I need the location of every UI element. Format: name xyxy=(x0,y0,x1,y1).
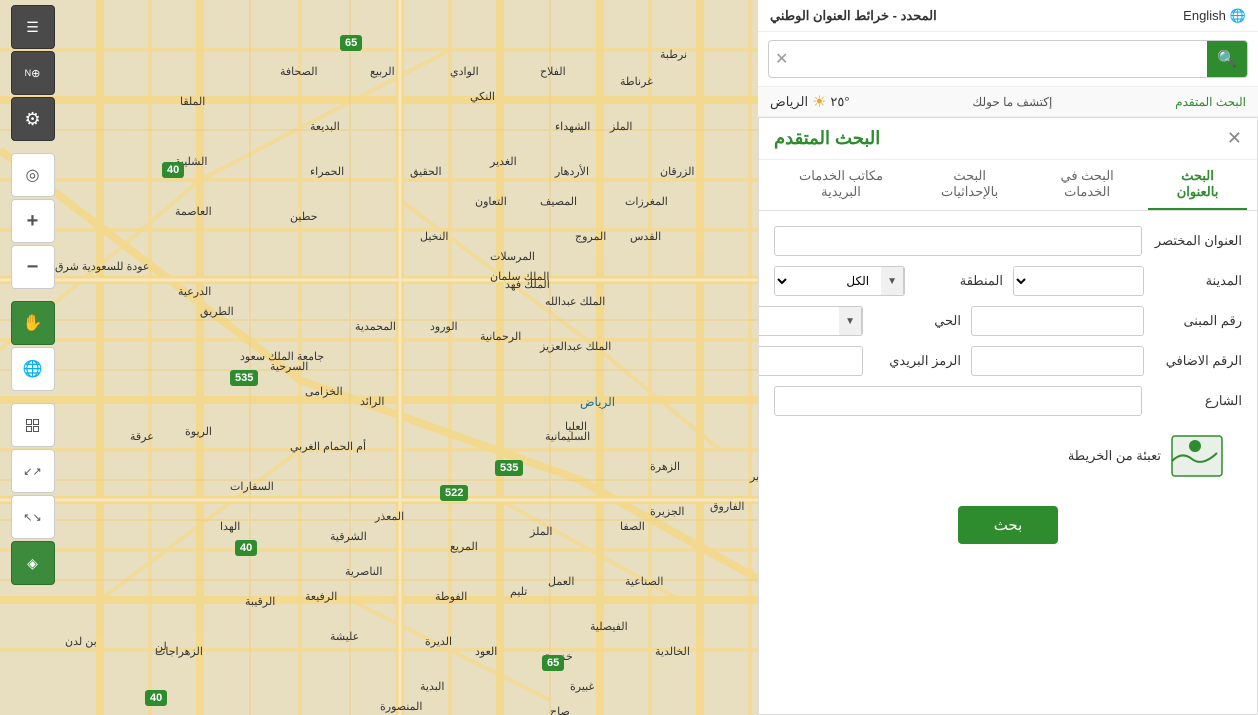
advanced-search-panel: ✕ البحث المتقدم البحث بالعنوان البحث في … xyxy=(758,117,1258,715)
search-action-button[interactable]: بحث xyxy=(958,506,1058,544)
settings-button[interactable]: ⚙ xyxy=(11,97,55,141)
search-input-wrapper: 🔍 ✕ xyxy=(768,40,1248,78)
zip-group: الرمز البريدي xyxy=(758,346,961,376)
building-label: رقم المبنى xyxy=(1152,313,1242,329)
app-title: المحدد - خرائط العنوان الوطني xyxy=(770,8,937,24)
city-select-wrapper xyxy=(1013,266,1144,296)
my-location-button[interactable]: ◎ xyxy=(11,153,55,197)
map-fill-button[interactable]: تعبئة من الخريطة xyxy=(1068,431,1227,481)
secondary-bar: البحث المتقدم إكتشف ما حولك °٢٥ ☀ الرياض xyxy=(758,87,1258,117)
additional-input[interactable] xyxy=(971,346,1144,376)
menu-button[interactable]: ☰ xyxy=(11,5,55,49)
additional-label: الرقم الاضافي xyxy=(1152,353,1242,369)
region-select-wrapper: ▼ الكل xyxy=(774,266,905,296)
tab-by-service[interactable]: البحث في الخدمات xyxy=(1026,160,1148,210)
expand-button[interactable] xyxy=(11,403,55,447)
globe-icon: 🌐 xyxy=(1230,8,1246,24)
tabs: البحث بالعنوان البحث في الخدمات البحث با… xyxy=(759,160,1257,211)
pan-button[interactable]: ✋ xyxy=(11,301,55,345)
city-group: المدينة xyxy=(1013,266,1242,296)
globe-view-button[interactable]: 🌐 xyxy=(11,347,55,391)
city-select[interactable] xyxy=(1014,267,1143,295)
district-group: الحي ▼ xyxy=(758,306,961,336)
shrink-button[interactable]: ↘↖ xyxy=(11,495,55,539)
weather-icon: ☀ xyxy=(812,92,826,112)
search-form: العنوان المختصر المدينة المنطقة ▼ xyxy=(759,211,1257,569)
map-fill-area: تعبئة من الخريطة xyxy=(774,426,1242,486)
district-building-row: رقم المبنى الحي ▼ xyxy=(774,306,1242,336)
zip-input[interactable] xyxy=(758,346,863,376)
short-address-label: العنوان المختصر xyxy=(1152,233,1242,249)
map-view[interactable]: الرياضالملقاالصحافةالربيعالواديالفلاحالن… xyxy=(0,0,760,715)
short-address-row: العنوان المختصر xyxy=(774,226,1242,256)
right-panel: 🌐 English المحدد - خرائط العنوان الوطني … xyxy=(758,0,1258,715)
search-clear-button[interactable]: ✕ xyxy=(769,49,794,69)
compress-button[interactable]: ↗↙ xyxy=(11,449,55,493)
panel-close-button[interactable]: ✕ xyxy=(1227,128,1242,149)
additional-group: الرقم الاضافي xyxy=(971,346,1242,376)
draw-button[interactable]: ◈ xyxy=(11,541,55,585)
short-address-input[interactable] xyxy=(774,226,1142,256)
weather-temp: °٢٥ xyxy=(830,94,849,110)
top-bar: 🌐 English المحدد - خرائط العنوان الوطني xyxy=(758,0,1258,32)
district-label: الحي xyxy=(871,313,961,329)
district-select-wrapper: ▼ xyxy=(758,306,863,336)
panel-title: البحث المتقدم xyxy=(774,128,880,149)
zip-label: الرمز البريدي xyxy=(871,353,961,369)
street-label: الشارع xyxy=(1152,393,1242,409)
zip-additional-row: الرقم الاضافي الرمز البريدي xyxy=(774,346,1242,376)
search-bar: 🔍 ✕ xyxy=(758,32,1258,87)
search-input[interactable] xyxy=(794,46,1207,73)
weather-info: °٢٥ ☀ الرياض xyxy=(770,92,850,112)
building-input[interactable] xyxy=(971,306,1144,336)
region-select[interactable]: الكل xyxy=(775,267,881,295)
zoom-in-button[interactable]: + xyxy=(11,199,55,243)
district-input[interactable] xyxy=(758,306,839,336)
language-label: English xyxy=(1183,8,1226,23)
language-switcher[interactable]: 🌐 English xyxy=(1183,8,1246,24)
region-arrow-icon: ▼ xyxy=(881,267,904,295)
tab-by-address[interactable]: البحث بالعنوان xyxy=(1148,160,1247,210)
map-fill-icon xyxy=(1167,431,1227,481)
search-btn-area: بحث xyxy=(774,496,1242,554)
region-city-row: المدينة المنطقة ▼ الكل xyxy=(774,266,1242,296)
city-label: المدينة xyxy=(1152,273,1242,289)
region-label: المنطقة xyxy=(913,273,1003,289)
tab-by-office[interactable]: مكاتب الخدمات البريدية xyxy=(769,160,913,210)
building-group: رقم المبنى xyxy=(971,306,1242,336)
advanced-search-link[interactable]: البحث المتقدم xyxy=(1175,95,1246,109)
street-input[interactable] xyxy=(774,386,1142,416)
region-group: المنطقة ▼ الكل xyxy=(774,266,1003,296)
explore-link[interactable]: إكتشف ما حولك xyxy=(972,95,1052,109)
map-fill-label: تعبئة من الخريطة xyxy=(1068,448,1161,464)
street-row: الشارع xyxy=(774,386,1242,416)
zoom-out-button[interactable]: − xyxy=(11,245,55,289)
panel-header: ✕ البحث المتقدم xyxy=(759,118,1257,160)
tab-by-stats[interactable]: البحث بالإحداثيات xyxy=(913,160,1026,210)
district-arrow-icon: ▼ xyxy=(839,307,862,335)
search-button[interactable]: 🔍 xyxy=(1207,41,1247,77)
weather-city: الرياض xyxy=(770,94,808,110)
compass-button[interactable]: ⊕N xyxy=(11,51,55,95)
map-toolbar: ☰ ⊕N ⚙ ◎ + − ✋ 🌐 ↗↙ ↘↖ ◈ xyxy=(0,0,65,715)
